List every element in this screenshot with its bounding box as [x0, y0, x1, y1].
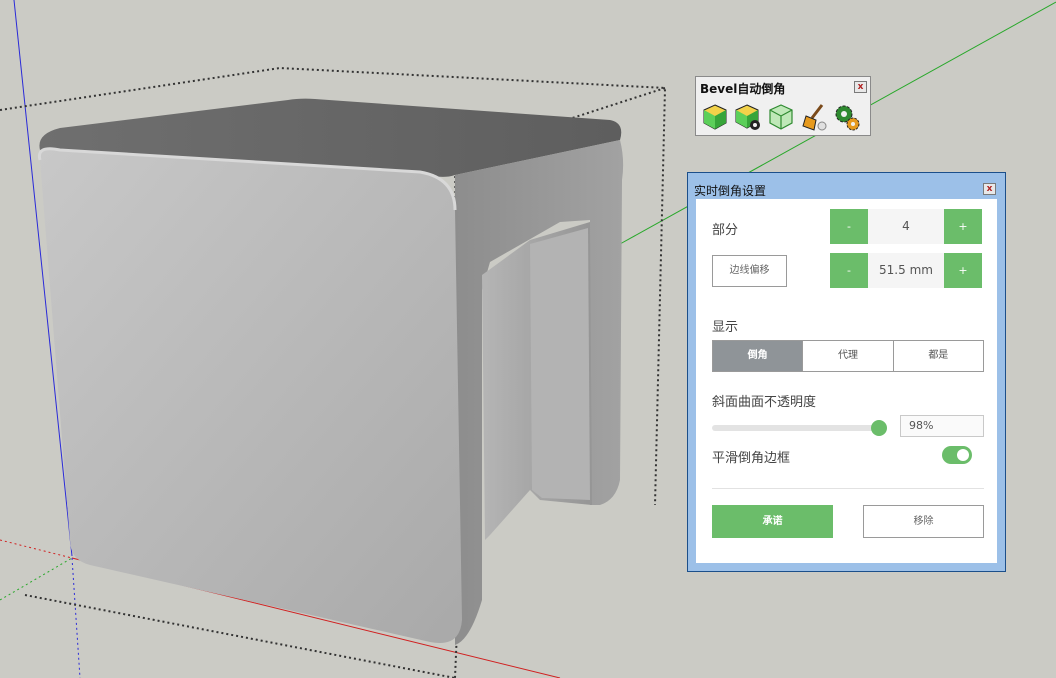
offset-value[interactable]: 51.5 mm [868, 253, 944, 288]
bevel-cube-icon[interactable] [701, 102, 729, 132]
tab-bevel[interactable]: 倒角 [713, 341, 803, 371]
bevel-cube-settings-icon[interactable] [734, 102, 762, 132]
commit-button[interactable]: 承诺 [712, 505, 833, 538]
green-axis-dashed [0, 557, 73, 601]
display-mode-tabs: 倒角 代理 都是 [712, 340, 984, 372]
cube-front-face [39, 148, 463, 644]
remove-button[interactable]: 移除 [863, 505, 984, 538]
opacity-label: 斜面曲面不透明度 [712, 395, 817, 410]
edge-offset-button[interactable]: 边线偏移 [712, 255, 787, 287]
offset-plus-button[interactable]: + [944, 253, 982, 288]
toggle-knob [957, 449, 969, 461]
offset-minus-button[interactable]: - [830, 253, 868, 288]
opacity-slider-track[interactable] [712, 425, 879, 431]
dialog-body: 部分 - 4 + 边线偏移 - 51.5 mm + 显示 倒角 代理 都是 斜面… [696, 199, 997, 563]
offset-stepper: - 51.5 mm + [830, 253, 982, 288]
divider [712, 488, 984, 489]
blue-axis-dashed [71, 557, 81, 678]
cube-inner-panel [530, 228, 590, 500]
bevel-cube-outline-icon[interactable] [767, 102, 795, 132]
segments-plus-button[interactable]: + [944, 209, 982, 244]
opacity-slider-thumb[interactable] [871, 420, 887, 436]
broom-clean-icon[interactable] [800, 102, 828, 132]
tab-both[interactable]: 都是 [892, 341, 983, 371]
segments-minus-button[interactable]: - [830, 209, 868, 244]
toolbar-close-button[interactable]: x [854, 81, 867, 93]
opacity-percent-field[interactable]: 98% [900, 415, 984, 437]
dialog-title: 实时倒角设置 [694, 184, 767, 198]
smooth-border-label: 平滑倒角边框 [712, 451, 791, 466]
smooth-border-toggle[interactable] [942, 446, 972, 464]
segments-label: 部分 [712, 223, 739, 238]
bevel-settings-dialog: 实时倒角设置 x 部分 - 4 + 边线偏移 - 51.5 mm + 显示 倒角… [687, 172, 1006, 572]
settings-gears-icon[interactable] [833, 102, 861, 132]
segments-value[interactable]: 4 [868, 209, 944, 244]
display-label: 显示 [712, 320, 739, 335]
red-axis-dashed [0, 539, 73, 559]
segments-stepper: - 4 + [830, 209, 982, 244]
toolbar-title: Bevel自动倒角 [700, 82, 786, 96]
dialog-close-button[interactable]: x [983, 183, 996, 195]
bevel-toolbar: Bevel自动倒角 x [695, 76, 871, 136]
tab-proxy[interactable]: 代理 [802, 341, 892, 371]
